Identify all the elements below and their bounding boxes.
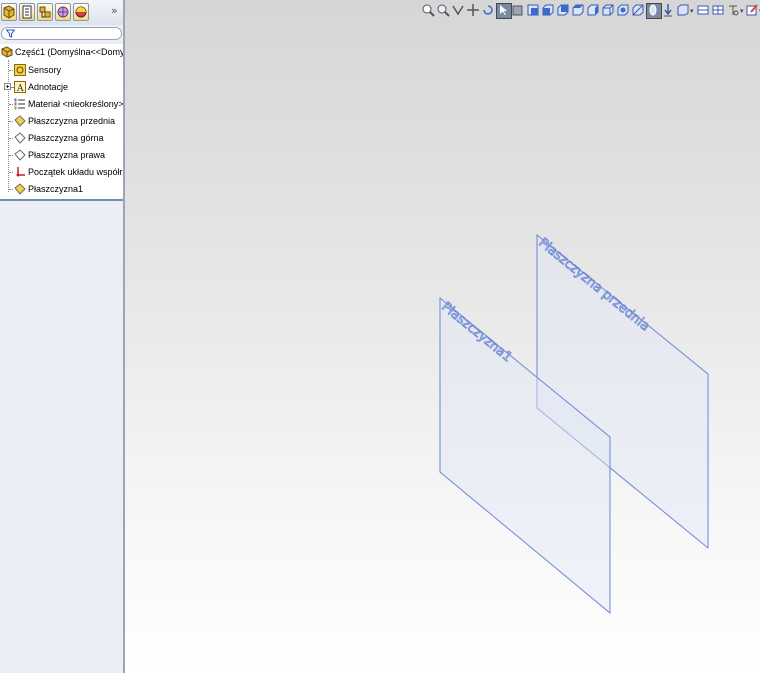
appearance-icon	[75, 6, 87, 18]
origin-icon	[16, 167, 25, 177]
pan-icon[interactable]	[466, 3, 480, 17]
hide-show-icon[interactable]	[616, 3, 630, 17]
plane-icon	[14, 115, 26, 127]
material-icon	[14, 98, 25, 110]
configuration-icon	[39, 6, 51, 18]
two-view-icon[interactable]	[696, 3, 710, 17]
heads-up-view-toolbar: ▾ ▾ ▾	[422, 0, 760, 20]
front-view-icon[interactable]	[541, 3, 555, 17]
featuremanager-tab[interactable]	[1, 3, 17, 21]
link-views-icon[interactable]	[711, 3, 725, 17]
section-view-icon[interactable]	[511, 3, 525, 17]
tree-item-label: Sensory	[28, 65, 62, 75]
view-orientation-icon[interactable]	[526, 3, 540, 17]
chevron-down-icon[interactable]: ▾	[690, 7, 694, 15]
zoom-to-area-icon[interactable]	[436, 3, 450, 17]
tree-root-label: Część1 (Domyślna<<Domyśln	[15, 47, 123, 57]
graphics-viewport[interactable]: Płaszczyzna przednia Płaszczyzna1 ▾ ▾ ▾	[125, 0, 760, 673]
back-view-icon[interactable]	[556, 3, 570, 17]
tree-item-label: Płaszczyzna1	[28, 184, 84, 194]
display-style-icon[interactable]	[601, 3, 615, 17]
tree-item-plane1[interactable]: Płaszczyzna1	[0, 181, 123, 197]
annotation-icon: A	[14, 81, 26, 93]
plane-icon	[14, 132, 26, 144]
plane-icon	[14, 149, 26, 161]
feature-tree: Część1 (Domyślna<<Domyśln Sensory A Adno…	[0, 44, 123, 201]
tree-item-origin[interactable]: Początek układu współrzędn	[0, 164, 123, 180]
more-tabs-button[interactable]: »	[111, 4, 118, 17]
propertymanager-tab[interactable]	[19, 3, 35, 21]
tree-item-label: Materiał <nieokreślony>	[28, 99, 123, 109]
tree-item-label: Płaszczyzna prawa	[28, 150, 106, 160]
tree-root-part[interactable]: Część1 (Domyślna<<Domyśln	[0, 44, 123, 60]
tree-item-label: Płaszczyzna przednia	[28, 116, 116, 126]
zoom-to-fit-icon[interactable]	[421, 3, 435, 17]
chevron-down-icon[interactable]: ▾	[740, 7, 744, 15]
appearance-icon[interactable]	[745, 3, 759, 17]
plane-icon	[14, 183, 26, 195]
tree-item-annotations[interactable]: A Adnotacje	[0, 79, 123, 95]
dimxpert-icon	[57, 6, 69, 18]
svg-text:A: A	[16, 84, 24, 93]
panel-tab-bar: »	[0, 0, 123, 25]
display-manager-tab[interactable]	[73, 3, 89, 21]
featuremanager-panel: » Część1 (Domyślna<<Domyśln Sensory A Ad…	[0, 0, 125, 673]
tree-item-front-plane[interactable]: Płaszczyzna przednia	[0, 113, 123, 129]
rotate-icon[interactable]	[481, 3, 495, 17]
single-view-icon[interactable]	[676, 3, 690, 17]
select-icon[interactable]	[496, 3, 512, 19]
filter-icon	[6, 29, 15, 38]
plane-scene: Płaszczyzna przednia Płaszczyzna1	[438, 233, 709, 615]
part-tree-icon	[3, 5, 15, 19]
tree-item-sensors[interactable]: Sensory	[0, 62, 123, 78]
dimxpert-tab[interactable]	[55, 3, 71, 21]
tree-item-material[interactable]: Materiał <nieokreślony>	[0, 96, 123, 112]
top-view-icon[interactable]	[571, 3, 585, 17]
tree-item-label: Adnotacje	[28, 82, 69, 92]
property-sheet-icon	[22, 5, 32, 19]
tree-item-top-plane[interactable]: Płaszczyzna górna	[0, 130, 123, 146]
view-settings-icon[interactable]	[661, 3, 675, 17]
lights-icon[interactable]	[726, 3, 740, 17]
previous-view-icon[interactable]	[451, 3, 465, 17]
apply-scene-icon[interactable]	[646, 3, 662, 19]
isometric-view-icon[interactable]	[586, 3, 600, 17]
tree-filter-field[interactable]	[1, 27, 122, 40]
sensor-icon	[14, 64, 26, 76]
part-icon	[1, 46, 13, 58]
configurationmanager-tab[interactable]	[37, 3, 53, 21]
tree-item-right-plane[interactable]: Płaszczyzna prawa	[0, 147, 123, 163]
edit-appearance-icon[interactable]	[631, 3, 645, 17]
tree-item-label: Początek układu współrzędn	[28, 167, 123, 177]
tree-item-label: Płaszczyzna górna	[28, 133, 104, 143]
